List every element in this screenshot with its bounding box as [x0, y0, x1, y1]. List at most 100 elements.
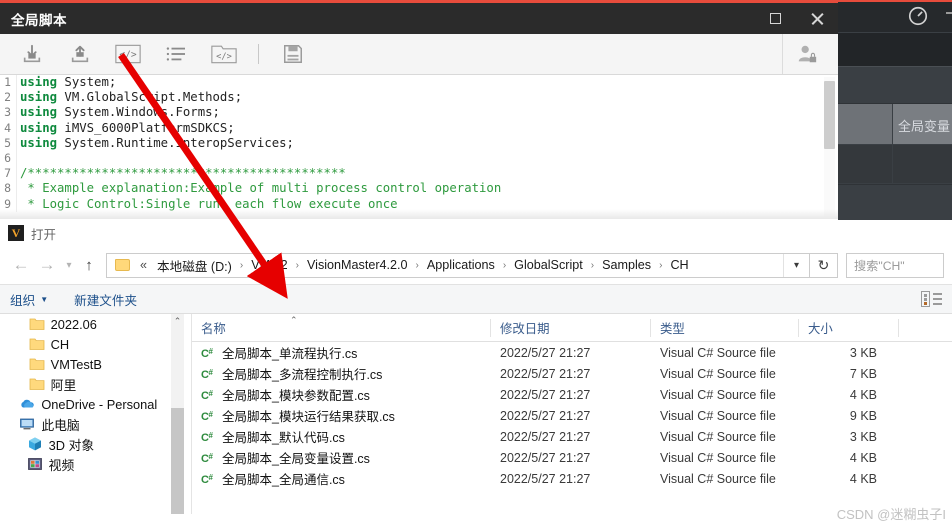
tree-item[interactable]: 此电脑 [0, 414, 192, 434]
column-header-type[interactable]: 类型 [651, 314, 799, 342]
this-pc-icon [19, 416, 35, 432]
export-button[interactable] [56, 34, 104, 74]
column-header-size-label: 大小 [808, 321, 833, 336]
3d-objects-icon [28, 437, 41, 451]
search-input[interactable]: 搜索"CH" [846, 252, 944, 278]
file-name-cell: C # 全局脚本_多流程控制执行.cs [192, 364, 491, 383]
background-subheader [838, 33, 952, 67]
background-minimize-icon[interactable] [946, 12, 952, 14]
tree-item[interactable]: 阿里 [0, 374, 192, 394]
tree-item-label: 2022.06 [50, 316, 97, 332]
folder-icon [29, 336, 45, 352]
svg-text:</>: </> [119, 49, 136, 60]
file-type-cell: Visual C# Source file [660, 408, 776, 423]
maximize-button[interactable] [754, 3, 796, 34]
table-row[interactable]: C # 全局脚本_多流程控制执行.cs 2022/5/27 21:27 Visual C… [192, 363, 952, 384]
code-snippet-button[interactable]: </> [104, 34, 152, 74]
table-row[interactable]: C # 全局脚本_默认代码.cs 2022/5/27 21:27 Visual C# S… [192, 426, 952, 447]
table-row[interactable]: C # 全局脚本_全局通信.cs 2022/5/27 21:27 Visual C# S… [192, 468, 952, 489]
new-folder-button[interactable]: 新建文件夹 [74, 290, 137, 309]
svg-text:#: # [209, 473, 214, 482]
breadcrumb: «本地磁盘 (D:) › VM4.2 › VisionMaster4.2.0 › Appli… [137, 255, 783, 276]
navigation-tree[interactable]: 2022.06 CH VMTestB 阿里 OneDrive - Personal 此电脑… [0, 314, 192, 514]
refresh-button[interactable]: ↻ [810, 252, 838, 278]
tree-item[interactable]: VMTestB [0, 354, 192, 374]
breadcrumb-item[interactable]: CH [667, 257, 691, 273]
tree-item-label: VMTestB [50, 356, 102, 372]
folder-icon [29, 318, 45, 330]
breadcrumb-item[interactable]: GlobalScript [511, 257, 586, 273]
background-global-variable-label: 全局变量 [898, 119, 951, 134]
code-text: VM.GlobalScript.Methods; [57, 90, 243, 105]
view-layout-icon[interactable] [921, 291, 942, 307]
tree-item[interactable]: CH [0, 334, 192, 354]
table-row[interactable]: C # 全局脚本_单流程执行.cs 2022/5/27 21:27 Visual C# … [192, 342, 952, 363]
tree-scrollbar-thumb[interactable] [171, 408, 184, 514]
command-bar: 组织 ▼ 新建文件夹 [0, 284, 952, 314]
folder-icon [29, 376, 45, 392]
file-size-cell: 4 KB [849, 471, 877, 486]
videos-icon [27, 458, 42, 470]
close-button[interactable] [796, 3, 838, 34]
code-line: 4 using iMVS_6000PlatformSDKCS; [0, 120, 838, 136]
breadcrumb-item[interactable]: 本地磁盘 (D:) [154, 255, 235, 276]
column-header-date-label: 修改日期 [500, 321, 550, 336]
address-bar[interactable]: «本地磁盘 (D:) › VM4.2 › VisionMaster4.2.0 › Appli… [106, 252, 810, 278]
forward-arrow-icon[interactable]: → [34, 252, 60, 278]
code-folder-button[interactable]: </> [200, 34, 248, 74]
column-header-size[interactable]: 大小 [799, 314, 899, 342]
csharp-file-icon: C # [201, 346, 215, 360]
script-window-titlebar[interactable]: 全局脚本 [0, 3, 838, 34]
code-scrollbar-thumb[interactable] [824, 81, 835, 149]
watermark: CSDN @迷糊虫子I [836, 507, 946, 522]
address-dropdown-icon[interactable]: ▾ [783, 253, 809, 277]
tree-item-label: OneDrive - Personal [41, 396, 158, 412]
back-arrow-icon[interactable]: ← [8, 252, 34, 278]
file-name-cell: C # 全局脚本_默认代码.cs [192, 427, 491, 446]
tree-scroll-up-button[interactable]: ⌃ [171, 314, 184, 328]
column-header-name[interactable]: 名称 ⌃ [192, 314, 491, 342]
tree-item[interactable]: 3D 对象 [0, 434, 192, 454]
line-number: 7 [4, 166, 11, 181]
csharp-file-icon: C # [201, 367, 215, 381]
breadcrumb-item[interactable]: Applications [424, 257, 498, 273]
save-button[interactable] [269, 34, 317, 74]
line-number: 4 [4, 120, 11, 135]
chevron-down-icon: ▼ [40, 294, 49, 304]
new-folder-label: 新建文件夹 [74, 293, 138, 308]
folder-icon [29, 358, 45, 370]
table-row[interactable]: C # 全局脚本_模块参数配置.cs 2022/5/27 21:27 Visual C#… [192, 384, 952, 405]
tree-item[interactable]: OneDrive - Personal [0, 394, 192, 414]
file-date-cell: 2022/5/27 21:27 [500, 408, 591, 423]
file-name-label: 全局脚本_模块运行结果获取.cs [222, 410, 395, 424]
gauge-icon[interactable] [907, 5, 929, 27]
file-name-label: 全局脚本_全局通信.cs [222, 473, 345, 487]
table-row[interactable]: C # 全局脚本_全局变量设置.cs 2022/5/27 21:27 Visual C#… [192, 447, 952, 468]
column-header-name-label: 名称 [201, 321, 226, 336]
table-row[interactable]: C # 全局脚本_模块运行结果获取.cs 2022/5/27 21:27 Visual … [192, 405, 952, 426]
folder-icon [29, 378, 45, 390]
list-button[interactable] [152, 34, 200, 74]
user-permission-button[interactable] [782, 34, 830, 74]
tree-item[interactable]: 2022.06 [0, 314, 192, 334]
breadcrumb-separator: › [239, 259, 244, 271]
tree-item[interactable]: 视频 [0, 454, 192, 474]
breadcrumb-overflow[interactable]: « [137, 257, 150, 273]
breadcrumb-item[interactable]: Samples [599, 257, 654, 273]
code-text: System; [57, 75, 117, 89]
file-date-cell: 2022/5/27 21:27 [500, 429, 591, 444]
code-editor[interactable]: 1 using System; 2 using VM.GlobalScript.Met… [0, 75, 838, 219]
import-button[interactable] [8, 34, 56, 74]
file-date-cell: 2022/5/27 21:27 [500, 450, 591, 465]
up-arrow-icon[interactable]: ↑ [78, 252, 100, 278]
file-name-label: 全局脚本_单流程执行.cs [222, 347, 358, 361]
open-file-dialog: V 打开 ← → ▾ ↑ «本地磁盘 (D:) › VM4.2 › VisionMast… [0, 220, 952, 525]
organize-menu[interactable]: 组织 ▼ [10, 290, 48, 309]
recent-dropdown-icon[interactable]: ▾ [60, 252, 78, 278]
breadcrumb-item[interactable]: VisionMaster4.2.0 [304, 257, 411, 273]
column-header-date[interactable]: 修改日期 [491, 314, 651, 342]
breadcrumb-item[interactable]: VM4.2 [248, 257, 290, 273]
breadcrumb-separator: › [659, 259, 663, 271]
background-header [830, 2, 952, 32]
file-name-label: 全局脚本_默认代码.cs [222, 431, 345, 445]
